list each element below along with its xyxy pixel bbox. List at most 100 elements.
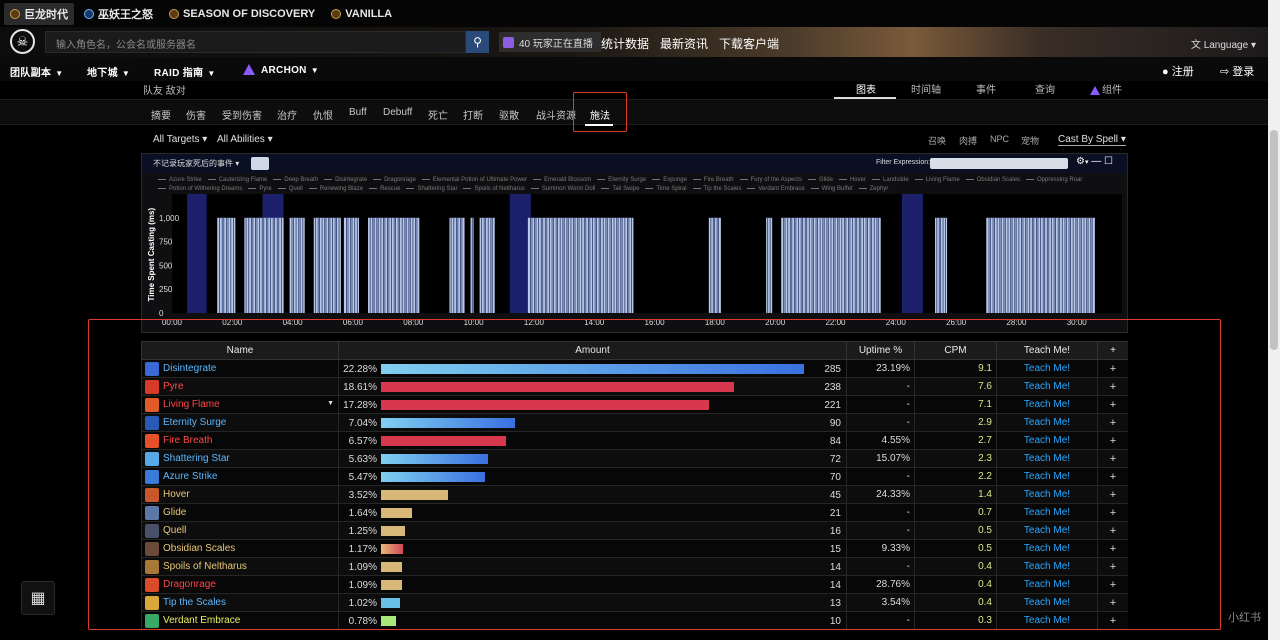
legend-entry[interactable]: Fury of the Aspects — [740, 177, 802, 183]
add-button[interactable]: + — [1097, 377, 1128, 396]
teach-me-link[interactable]: Teach Me! — [996, 503, 1098, 522]
legend-entry[interactable]: Obsidian Scales — [966, 177, 1020, 183]
ability-name[interactable]: Pyre — [163, 381, 184, 392]
tab-interrupts[interactable]: 打断 — [463, 107, 483, 122]
qr-code-icon[interactable]: ▦ — [21, 581, 55, 615]
col-add[interactable]: + — [1097, 341, 1128, 360]
legend-entry[interactable]: Dragonrage — [373, 177, 416, 183]
filter-npc[interactable]: NPC — [990, 134, 1009, 144]
ability-name-cell[interactable]: Spoils of Neltharus — [141, 557, 339, 576]
search-input[interactable]: 输入角色名，公会名或服务器名 — [45, 31, 466, 53]
abilities-dropdown[interactable]: All Abilities ▾ — [217, 134, 273, 145]
legend-entry[interactable]: Emerald Blossom — [533, 177, 591, 183]
teach-me-link[interactable]: Teach Me! — [996, 539, 1098, 558]
table-row[interactable]: Living Flame ▼ 17.28% 221-7.1 Teach Me! + — [141, 395, 1128, 414]
tab-dispels[interactable]: 驱散 — [499, 107, 519, 122]
table-row[interactable]: Fire Breath 6.57% 84 4.55% 2.7 Teach Me! + — [141, 431, 1128, 450]
table-row[interactable]: Verdant Embrace 0.78% 10-0.3 Teach Me! + — [141, 611, 1128, 630]
legend-entry[interactable]: Time Spiral — [645, 186, 686, 192]
ability-name-cell[interactable]: Glide — [141, 503, 339, 522]
add-button[interactable]: + — [1097, 431, 1128, 450]
ability-name[interactable]: Verdant Embrace — [163, 615, 240, 626]
game-tab-dragonflight[interactable]: 巨龙时代 — [4, 2, 74, 25]
filter-melee[interactable]: 肉搏 — [959, 134, 977, 147]
tab-components[interactable]: 组件 — [1090, 81, 1122, 96]
download-client-link[interactable]: 下载客户端 — [719, 35, 779, 52]
ability-name-cell[interactable]: Eternity Surge — [141, 413, 339, 432]
legend-entry[interactable]: Rescue — [369, 186, 400, 192]
add-button[interactable]: + — [1097, 539, 1128, 558]
legend-entry[interactable]: Living Flame — [915, 177, 960, 183]
table-row[interactable]: Quell 1.25% 16-0.5 Teach Me! + — [141, 521, 1128, 540]
legend-entry[interactable]: Elemental Potion of Ultimate Power — [422, 177, 527, 183]
ability-name[interactable]: Azure Strike — [163, 471, 217, 482]
teach-me-link[interactable]: Teach Me! — [996, 449, 1098, 468]
tab-events[interactable]: 事件 — [976, 81, 996, 96]
cast-by-dropdown[interactable]: Cast By Spell ▾ — [1058, 134, 1126, 146]
tab-deaths[interactable]: 死亡 — [428, 107, 448, 122]
ability-name-cell[interactable]: Hover — [141, 485, 339, 504]
chevron-down-icon[interactable]: ▾ — [1085, 159, 1089, 166]
ability-name-cell[interactable]: Fire Breath — [141, 431, 339, 450]
add-button[interactable]: + — [1097, 485, 1128, 504]
legend-entry[interactable]: Expunge — [652, 177, 687, 183]
table-row[interactable]: Disintegrate 22.28% 285 23.19% 9.1 Teach Me! + — [141, 359, 1128, 378]
ability-name[interactable]: Living Flame — [163, 399, 220, 410]
site-logo-icon[interactable]: ☠ — [10, 29, 35, 54]
legend-entry[interactable]: Renewing Blaze — [309, 186, 363, 192]
table-row[interactable]: Hover 3.52% 45 24.33% 1.4 Teach Me! + — [141, 485, 1128, 504]
legend-entry[interactable]: Wing Buffet — [811, 186, 853, 192]
add-button[interactable]: + — [1097, 395, 1128, 414]
tab-threat[interactable]: 仇恨 — [313, 107, 333, 122]
chevron-down-icon[interactable]: ▼ — [327, 400, 334, 407]
nav-dungeons[interactable]: 地下城 ▼ — [87, 64, 130, 79]
legend-entry[interactable]: Oppressing Roar — [1026, 177, 1082, 183]
live-streams-button[interactable]: 40 玩家正在直播 — [499, 32, 601, 52]
col-cpm[interactable]: CPM — [914, 341, 997, 360]
ability-name[interactable]: Eternity Surge — [163, 417, 226, 428]
ability-name-cell[interactable]: Disintegrate — [141, 359, 339, 378]
news-link[interactable]: 最新资讯 — [660, 35, 708, 52]
table-row[interactable]: Obsidian Scales 1.17% 15 9.33% 0.5 Teach Me! + — [141, 539, 1128, 558]
teach-me-link[interactable]: Teach Me! — [996, 575, 1098, 594]
legend-entry[interactable]: Tail Swipe — [601, 186, 639, 192]
ability-name[interactable]: Hover — [163, 489, 190, 500]
gear-icon[interactable]: ⚙ — [1076, 156, 1085, 167]
legend-entry[interactable]: Potion of Withering Dreams — [158, 186, 242, 192]
ability-name[interactable]: Glide — [163, 507, 186, 518]
table-row[interactable]: Shattering Star 5.63% 72 15.07% 2.3 Teach Me!… — [141, 449, 1128, 468]
table-row[interactable]: Eternity Surge 7.04% 90-2.9 Teach Me! + — [141, 413, 1128, 432]
table-row[interactable]: Dragonrage 1.09% 14 28.76% 0.4 Teach Me! + — [141, 575, 1128, 594]
legend-entry[interactable]: Pyre — [248, 186, 271, 192]
add-button[interactable]: + — [1097, 557, 1128, 576]
legend-entry[interactable]: Summon Worm Doll — [531, 186, 596, 192]
ability-name-cell[interactable]: Verdant Embrace — [141, 611, 339, 630]
ability-name[interactable]: Dragonrage — [163, 579, 216, 590]
tab-damage-done[interactable]: 伤害 — [186, 107, 206, 122]
tab-buffs[interactable]: Buff — [349, 107, 367, 118]
teach-me-link[interactable]: Teach Me! — [996, 413, 1098, 432]
teach-me-link[interactable]: Teach Me! — [996, 359, 1098, 378]
login-link[interactable]: ⇨ 登录 — [1220, 63, 1254, 79]
game-tab-wotlk[interactable]: 巫妖王之怒 — [78, 3, 159, 25]
ability-name-cell[interactable]: Tip the Scales — [141, 593, 339, 612]
col-name[interactable]: Name — [141, 341, 339, 360]
game-tab-vanilla[interactable]: VANILLA — [325, 5, 398, 23]
ability-name[interactable]: Quell — [163, 525, 186, 536]
tab-healing[interactable]: 治疗 — [277, 107, 297, 122]
table-row[interactable]: Azure Strike 5.47% 70-2.2 Teach Me! + — [141, 467, 1128, 486]
maximize-icon[interactable]: ☐ — [1104, 156, 1113, 167]
add-button[interactable]: + — [1097, 593, 1128, 612]
ability-name[interactable]: Tip the Scales — [163, 597, 226, 608]
add-button[interactable]: + — [1097, 467, 1128, 486]
teach-me-link[interactable]: Teach Me! — [996, 467, 1098, 486]
ability-name-cell[interactable]: Quell — [141, 521, 339, 540]
col-uptime[interactable]: Uptime % — [846, 341, 915, 360]
add-button[interactable]: + — [1097, 413, 1128, 432]
tab-summary[interactable]: 摘要 — [151, 107, 171, 122]
table-row[interactable]: Spoils of Neltharus 1.09% 14-0.4 Teach Me! + — [141, 557, 1128, 576]
add-button[interactable]: + — [1097, 359, 1128, 378]
teach-me-link[interactable]: Teach Me! — [996, 485, 1098, 504]
legend-entry[interactable]: Tip the Scales — [693, 186, 742, 192]
game-tab-sod[interactable]: SEASON OF DISCOVERY — [163, 5, 321, 23]
